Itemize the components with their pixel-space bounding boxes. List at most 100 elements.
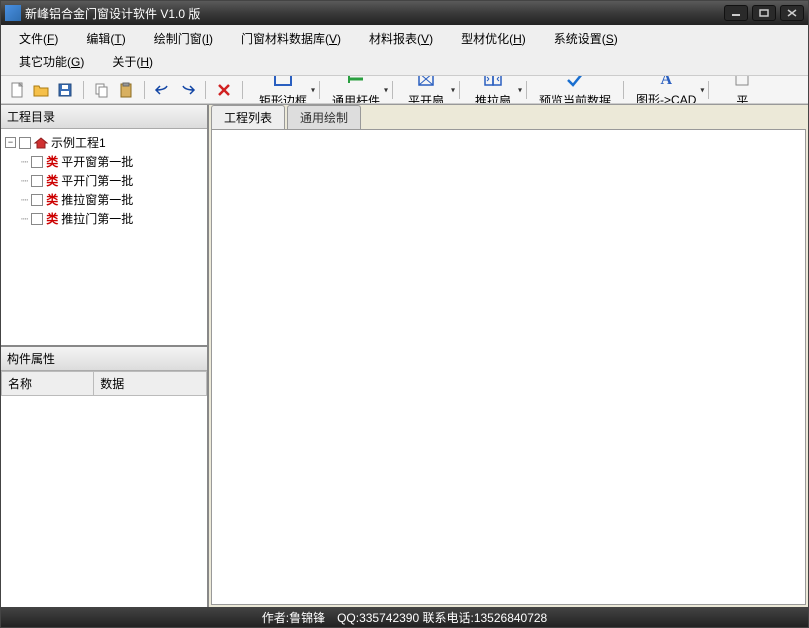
window-buttons bbox=[724, 5, 804, 21]
separator bbox=[526, 81, 527, 99]
open-button[interactable] bbox=[31, 80, 51, 100]
checkbox[interactable] bbox=[31, 213, 43, 225]
main-area: 工程目录 − 示例工程1 ┈ 类 平开窗第一批┈ 类 平开门第一批┈ 类 推拉窗… bbox=[1, 104, 808, 607]
checkbox[interactable] bbox=[31, 194, 43, 206]
separator bbox=[459, 81, 460, 99]
tree-root-label: 示例工程1 bbox=[51, 134, 106, 151]
save-button[interactable] bbox=[55, 80, 75, 100]
separator bbox=[205, 81, 206, 99]
toolbar-more[interactable]: 平 bbox=[713, 76, 771, 103]
redo-button[interactable] bbox=[177, 80, 197, 100]
paste-button[interactable] bbox=[116, 80, 136, 100]
tab-通用绘制[interactable]: 通用绘制 bbox=[287, 105, 361, 129]
rect-frame-icon bbox=[273, 76, 293, 90]
tab-工程列表[interactable]: 工程列表 bbox=[211, 105, 285, 129]
toolbar-casement[interactable]: 平开扇 ▾ bbox=[397, 76, 455, 103]
toolbar-label: 平开扇 bbox=[408, 92, 444, 104]
separator bbox=[392, 81, 393, 99]
menu-其它功能[interactable]: 其它功能(G) bbox=[5, 50, 98, 73]
menu-文件[interactable]: 文件(F) bbox=[5, 27, 72, 50]
category-icon: 类 bbox=[46, 153, 58, 170]
title-bar: 新峰铝合金门窗设计软件 V1.0 版 bbox=[1, 1, 808, 25]
tree-node[interactable]: ┈ 类 平开窗第一批 bbox=[21, 152, 203, 171]
col-data: 数据 bbox=[94, 372, 207, 396]
menu-材料报表[interactable]: 材料报表(V) bbox=[355, 27, 447, 50]
checkbox[interactable] bbox=[31, 175, 43, 187]
toolbar-to-cad[interactable]: A 图形->CAD ▾ bbox=[628, 76, 704, 103]
undo-button[interactable] bbox=[153, 80, 173, 100]
new-file-button[interactable] bbox=[7, 80, 27, 100]
collapse-icon[interactable]: − bbox=[5, 137, 16, 148]
separator bbox=[623, 81, 624, 99]
checkbox[interactable] bbox=[31, 156, 43, 168]
tree-root[interactable]: − 示例工程1 bbox=[5, 133, 203, 152]
preview-icon bbox=[565, 76, 585, 90]
tree-node[interactable]: ┈ 类 推拉门第一批 bbox=[21, 209, 203, 228]
toolbar-label: 推拉扇 bbox=[475, 92, 511, 104]
dropdown-icon: ▾ bbox=[451, 85, 455, 94]
window-title: 新峰铝合金门窗设计软件 V1.0 版 bbox=[25, 5, 724, 22]
menu-关于[interactable]: 关于(H) bbox=[98, 50, 167, 73]
toolbar-label: 通用杆件 bbox=[332, 92, 380, 104]
minimize-button[interactable] bbox=[724, 5, 748, 21]
category-icon: 类 bbox=[46, 172, 58, 189]
status-text: 作者:鲁锦锋 QQ:335742390 联系电话:13526840728 bbox=[262, 609, 547, 626]
separator bbox=[242, 81, 243, 99]
toolbar-label: 平 bbox=[736, 92, 748, 104]
right-pane: 工程列表通用绘制 bbox=[209, 105, 808, 607]
toolbar-sliding[interactable]: 推拉扇 ▾ bbox=[464, 76, 522, 103]
properties-table[interactable]: 名称 数据 bbox=[1, 371, 207, 607]
casement-icon bbox=[417, 76, 435, 90]
tree-node-label: 推拉窗第一批 bbox=[61, 191, 133, 208]
dropdown-icon: ▾ bbox=[518, 85, 522, 94]
toolbar: 矩形边框 ▾ 通用杆件 ▾ 平开扇 ▾ 推拉扇 ▾ 预览当前数据 A 图形->CAD ▾ 平 bbox=[1, 76, 808, 104]
toolbar-label: 图形->CAD bbox=[636, 91, 696, 103]
toolbar-label: 预览当前数据 bbox=[539, 92, 611, 104]
dropdown-icon: ▾ bbox=[700, 85, 704, 94]
delete-button[interactable] bbox=[214, 80, 234, 100]
menu-系统设置[interactable]: 系统设置(S) bbox=[540, 27, 632, 50]
menu-绘制门窗[interactable]: 绘制门窗(I) bbox=[140, 27, 227, 50]
tree-node-label: 平开门第一批 bbox=[61, 172, 133, 189]
category-icon: 类 bbox=[46, 191, 58, 208]
tree-node-label: 平开窗第一批 bbox=[61, 153, 133, 170]
project-tree[interactable]: − 示例工程1 ┈ 类 平开窗第一批┈ 类 平开门第一批┈ 类 推拉窗第一批┈ … bbox=[1, 129, 207, 347]
maximize-button[interactable] bbox=[752, 5, 776, 21]
canvas-area[interactable] bbox=[211, 129, 806, 605]
properties-pane: 构件属性 名称 数据 bbox=[1, 347, 207, 607]
home-icon bbox=[34, 137, 48, 149]
toolbar-rect-frame[interactable]: 矩形边框 ▾ bbox=[251, 76, 315, 103]
tree-node-label: 推拉门第一批 bbox=[61, 210, 133, 227]
toolbar-general-bar[interactable]: 通用杆件 ▾ bbox=[324, 76, 388, 103]
project-tree-title: 工程目录 bbox=[1, 105, 207, 129]
tree-node[interactable]: ┈ 类 平开门第一批 bbox=[21, 171, 203, 190]
separator bbox=[144, 81, 145, 99]
separator bbox=[319, 81, 320, 99]
menu-编辑[interactable]: 编辑(T) bbox=[72, 27, 139, 50]
menu-bar: 文件(F)编辑(T)绘制门窗(I)门窗材料数据库(V)材料报表(V)型材优化(H… bbox=[1, 25, 808, 76]
category-icon: 类 bbox=[46, 210, 58, 227]
sliding-icon bbox=[483, 76, 503, 90]
app-icon bbox=[5, 5, 21, 21]
toolbar-label: 矩形边框 bbox=[259, 92, 307, 104]
col-name: 名称 bbox=[2, 372, 94, 396]
tabs-bar: 工程列表通用绘制 bbox=[209, 105, 808, 129]
to-cad-icon: A bbox=[660, 76, 672, 89]
more-icon bbox=[734, 76, 750, 90]
checkbox[interactable] bbox=[19, 137, 31, 149]
tree-node[interactable]: ┈ 类 推拉窗第一批 bbox=[21, 190, 203, 209]
copy-button[interactable] bbox=[92, 80, 112, 100]
dropdown-icon: ▾ bbox=[311, 85, 315, 94]
status-bar: 作者:鲁锦锋 QQ:335742390 联系电话:13526840728 bbox=[1, 607, 808, 627]
dropdown-icon: ▾ bbox=[384, 85, 388, 94]
app-window: 新峰铝合金门窗设计软件 V1.0 版 文件(F)编辑(T)绘制门窗(I)门窗材料… bbox=[0, 0, 809, 628]
separator bbox=[708, 81, 709, 99]
menu-门窗材料数据库[interactable]: 门窗材料数据库(V) bbox=[227, 27, 355, 50]
close-button[interactable] bbox=[780, 5, 804, 21]
menu-型材优化[interactable]: 型材优化(H) bbox=[447, 27, 540, 50]
general-bar-icon bbox=[346, 76, 366, 90]
left-pane: 工程目录 − 示例工程1 ┈ 类 平开窗第一批┈ 类 平开门第一批┈ 类 推拉窗… bbox=[1, 105, 209, 607]
toolbar-preview[interactable]: 预览当前数据 bbox=[531, 76, 619, 103]
properties-title: 构件属性 bbox=[1, 347, 207, 371]
separator bbox=[83, 81, 84, 99]
